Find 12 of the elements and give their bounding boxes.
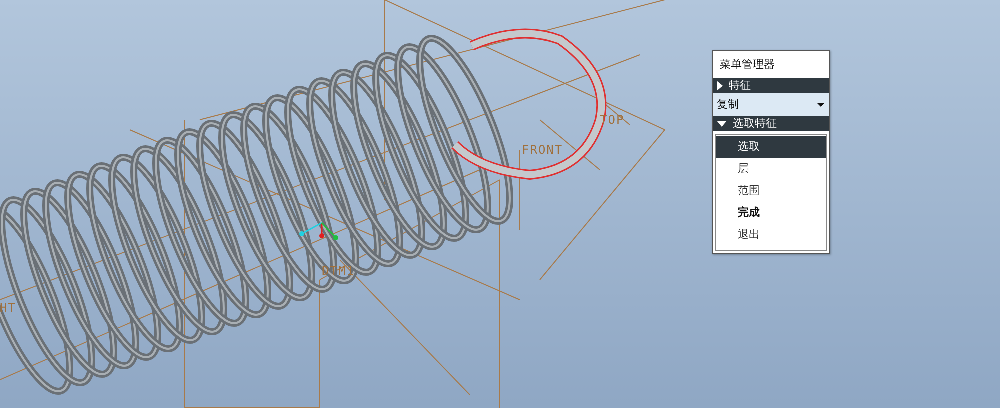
menu-title: 菜单管理器 bbox=[719, 57, 776, 73]
menu-section-header[interactable]: 特征 bbox=[713, 78, 829, 93]
menu-section-header[interactable]: 选取特征 bbox=[713, 116, 829, 131]
menu-item[interactable]: 层 bbox=[716, 158, 826, 180]
datum-plane-label: DTM1 bbox=[322, 264, 355, 278]
datum-plane-label: FRONT bbox=[522, 143, 564, 157]
menu-item[interactable]: 选取 bbox=[716, 136, 826, 158]
menu-item[interactable]: 范围 bbox=[716, 180, 826, 202]
coordinate-system-icon bbox=[300, 222, 338, 240]
menu-item[interactable]: 退出 bbox=[716, 224, 826, 246]
menu-item[interactable]: 完成 bbox=[716, 202, 826, 224]
dropdown[interactable]: 复制 bbox=[713, 93, 829, 116]
